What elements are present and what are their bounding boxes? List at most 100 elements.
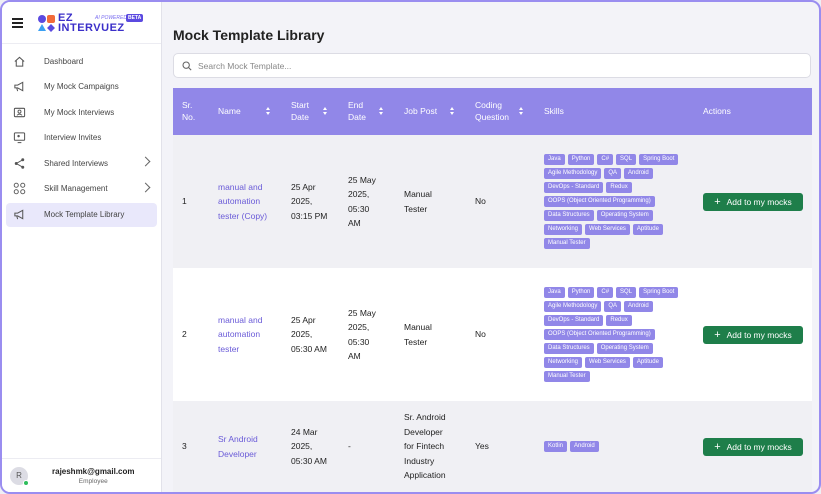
search-bar[interactable] (173, 53, 811, 78)
share-icon (12, 156, 26, 170)
coding-question: Yes (475, 441, 489, 452)
skill-chip: Web Services (585, 357, 630, 368)
skills-list: Kotlin Android (544, 441, 684, 452)
coding-question: No (475, 196, 486, 207)
end-date: 25 May 2025, 05:30 AM (348, 307, 376, 362)
skill-chip: Web Services (585, 224, 630, 235)
job-post: Manual Tester (404, 189, 432, 214)
skills-list: Java Python C# SQL Spring Boot Agile Met… (544, 287, 684, 382)
megaphone-icon (12, 80, 26, 94)
online-status-icon (23, 479, 29, 486)
skill-chip: Redux (606, 182, 632, 193)
app-window: EZ INTERVUEZ AI POWERED BETA Dashboard M… (0, 0, 821, 494)
skill-chip: Java (544, 154, 565, 165)
row-sr: 2 (182, 329, 187, 340)
user-profile[interactable]: R rajeshmk@gmail.com Employee (2, 458, 161, 492)
job-post: Manual Tester (404, 322, 432, 347)
sidebar-item-label: My Mock Interviews (44, 107, 115, 117)
skill-chip: OOPS (Object Oriented Programming) (544, 329, 655, 340)
skill-chip: SQL (616, 154, 637, 165)
sort-icon[interactable] (379, 107, 384, 115)
skill-chip: Networking (544, 224, 583, 235)
user-role: Employee (78, 477, 108, 485)
start-date: 24 Mar 2025, 05:30 AM (291, 426, 327, 466)
user-card-icon (12, 105, 26, 119)
skill-chip: C# (597, 287, 614, 298)
skill-chip: Android (624, 301, 653, 312)
coding-question: No (475, 329, 486, 340)
sidebar-item-label: Dashboard (44, 56, 84, 66)
skills-list: Java Python C# SQL Spring Boot Agile Met… (544, 154, 684, 249)
skill-chip: C# (597, 154, 614, 165)
logo-text-bottom: INTERVUEZ (58, 21, 125, 34)
sidebar-item-interview-invites[interactable]: Interview Invites (6, 126, 157, 150)
add-to-my-mocks-button[interactable]: + Add to my mocks (703, 192, 803, 211)
beta-badge: BETA (126, 14, 144, 22)
sidebar-item-mock-interviews[interactable]: My Mock Interviews (6, 100, 157, 124)
add-button-label: Add to my mocks (726, 329, 792, 340)
skill-chip: QA (604, 168, 622, 179)
template-name-link[interactable]: Sr Android Developer (218, 432, 258, 461)
ai-powered-tag: AI POWERED (95, 15, 127, 21)
sidebar-item-mock-template-library[interactable]: Mock Template Library (6, 202, 157, 227)
col-job-post[interactable]: Job Post (404, 105, 437, 117)
sort-icon[interactable] (519, 107, 524, 115)
skill-chip: QA (604, 301, 622, 312)
start-date: 25 Apr 2025, 05:30 AM (291, 314, 327, 354)
skill-chip: Networking (544, 357, 583, 368)
add-to-my-mocks-button[interactable]: + Add to my mocks (703, 437, 803, 456)
skill-chip: Java (544, 287, 565, 298)
skill-chip: Agile Methodology (544, 168, 602, 179)
skill-chip: Android (624, 168, 653, 179)
skill-chip: DevOps - Standard (544, 182, 604, 193)
sort-icon[interactable] (266, 107, 271, 115)
chevron-right-icon (140, 182, 151, 193)
col-sr: Sr. No. (182, 100, 196, 122)
skill-chip: Aptitude (632, 357, 663, 368)
skill-chip: DevOps - Standard (544, 315, 604, 326)
sidebar-item-skill-management[interactable]: Skill Management (6, 177, 157, 201)
row-sr: 3 (182, 441, 187, 452)
sidebar-item-dashboard[interactable]: Dashboard (6, 49, 157, 73)
sidebar-item-label: Mock Template Library (44, 210, 125, 220)
start-date: 25 Apr 2025, 03:15 PM (291, 181, 328, 221)
sidebar-item-label: Skill Management (44, 184, 108, 194)
col-coding-question[interactable]: Coding Question (475, 99, 509, 123)
table-row: 2 manual and automation tester 25 Apr 2025,… (173, 268, 812, 401)
user-email: rajeshmk@gmail.com (52, 466, 135, 476)
sidebar-item-mock-campaigns[interactable]: My Mock Campaigns (6, 75, 157, 99)
col-start-date[interactable]: Start Date (291, 99, 309, 123)
skill-chip: Operating System (596, 210, 653, 221)
table-header: Sr. No. Name Start Date End Date Job Post (173, 88, 812, 135)
add-to-my-mocks-button[interactable]: + Add to my mocks (703, 325, 803, 344)
sidebar: EZ INTERVUEZ AI POWERED BETA Dashboard M… (2, 2, 162, 492)
skill-chip: Aptitude (632, 224, 663, 235)
skill-chip: OOPS (Object Oriented Programming) (544, 196, 655, 207)
sidebar-item-label: My Mock Campaigns (44, 82, 119, 92)
col-skills: Skills (544, 106, 564, 116)
end-date: 25 May 2025, 05:30 AM (348, 174, 376, 229)
template-name-link[interactable]: manual and automation tester (Copy) (218, 180, 267, 224)
table-row: 1 manual and automation tester (Copy) 25 A… (173, 135, 812, 268)
megaphone-icon (12, 208, 26, 222)
sidebar-item-shared-interviews[interactable]: Shared Interviews (6, 151, 157, 175)
sort-icon[interactable] (323, 107, 328, 115)
search-input[interactable] (198, 60, 798, 71)
skill-chip: Data Structures (544, 210, 594, 221)
skill-chip: SQL (616, 287, 637, 298)
sort-icon[interactable] (450, 107, 455, 115)
menu-icon[interactable] (12, 17, 26, 28)
col-actions: Actions (703, 106, 731, 116)
skill-chip: Android (570, 441, 599, 452)
sidebar-nav: Dashboard My Mock Campaigns My Mock Inte… (2, 44, 161, 227)
avatar-initial: R (16, 471, 22, 480)
logo-mark-icon (38, 14, 55, 32)
col-end-date[interactable]: End Date (348, 99, 366, 123)
chevron-right-icon (140, 156, 151, 167)
template-name-link[interactable]: manual and automation tester (218, 313, 262, 357)
add-button-label: Add to my mocks (726, 441, 792, 452)
add-button-label: Add to my mocks (726, 196, 792, 207)
col-name[interactable]: Name (218, 105, 241, 117)
search-icon (182, 60, 192, 71)
skill-chip: Python (567, 287, 595, 298)
